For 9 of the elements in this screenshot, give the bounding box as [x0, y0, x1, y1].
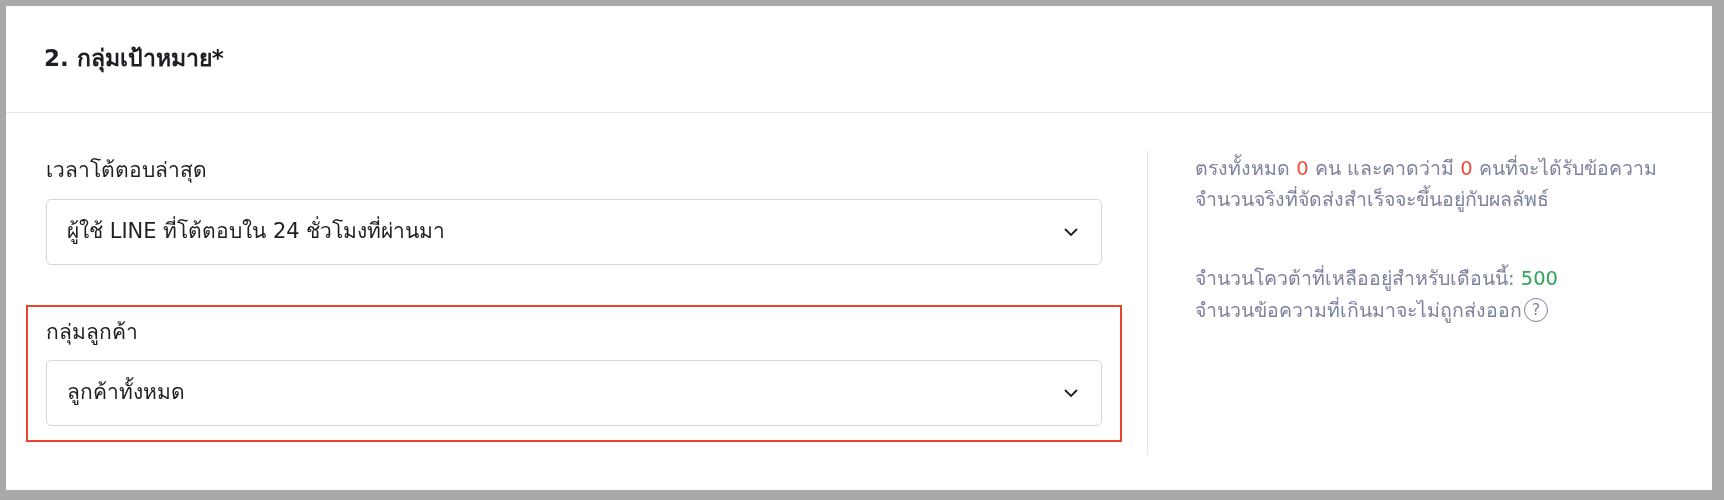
- note-text: จำนวนข้อความที่เกินมาจะไม่ถูกส่งออก: [1195, 296, 1522, 325]
- field-label: เวลาโต้ตอบล่าสุด: [46, 157, 207, 185]
- section-title: 2. กลุ่มเป้าหมาย*: [44, 45, 224, 73]
- summary-text: ตรงทั้งหมด 0 คน และคาดว่ามี 0 คนที่จะได้รับข้อความจำนวนจริงที่จัดส่งสำเร็จจะขึ้นอยู่กับผลลัพธ์: [1195, 153, 1668, 216]
- dropdown-select[interactable]: ลูกค้าทั้งหมด: [46, 360, 1102, 426]
- field-label: กลุ่มลูกค้า: [46, 318, 138, 347]
- chevron-down-icon: [1063, 226, 1079, 237]
- chevron-down-icon: [1063, 388, 1079, 398]
- dropdown-select[interactable]: ผู้ใช้ LINE ที่โต้ตอบใน 24 ชั่วโมงที่ผ่านมา: [46, 198, 1102, 265]
